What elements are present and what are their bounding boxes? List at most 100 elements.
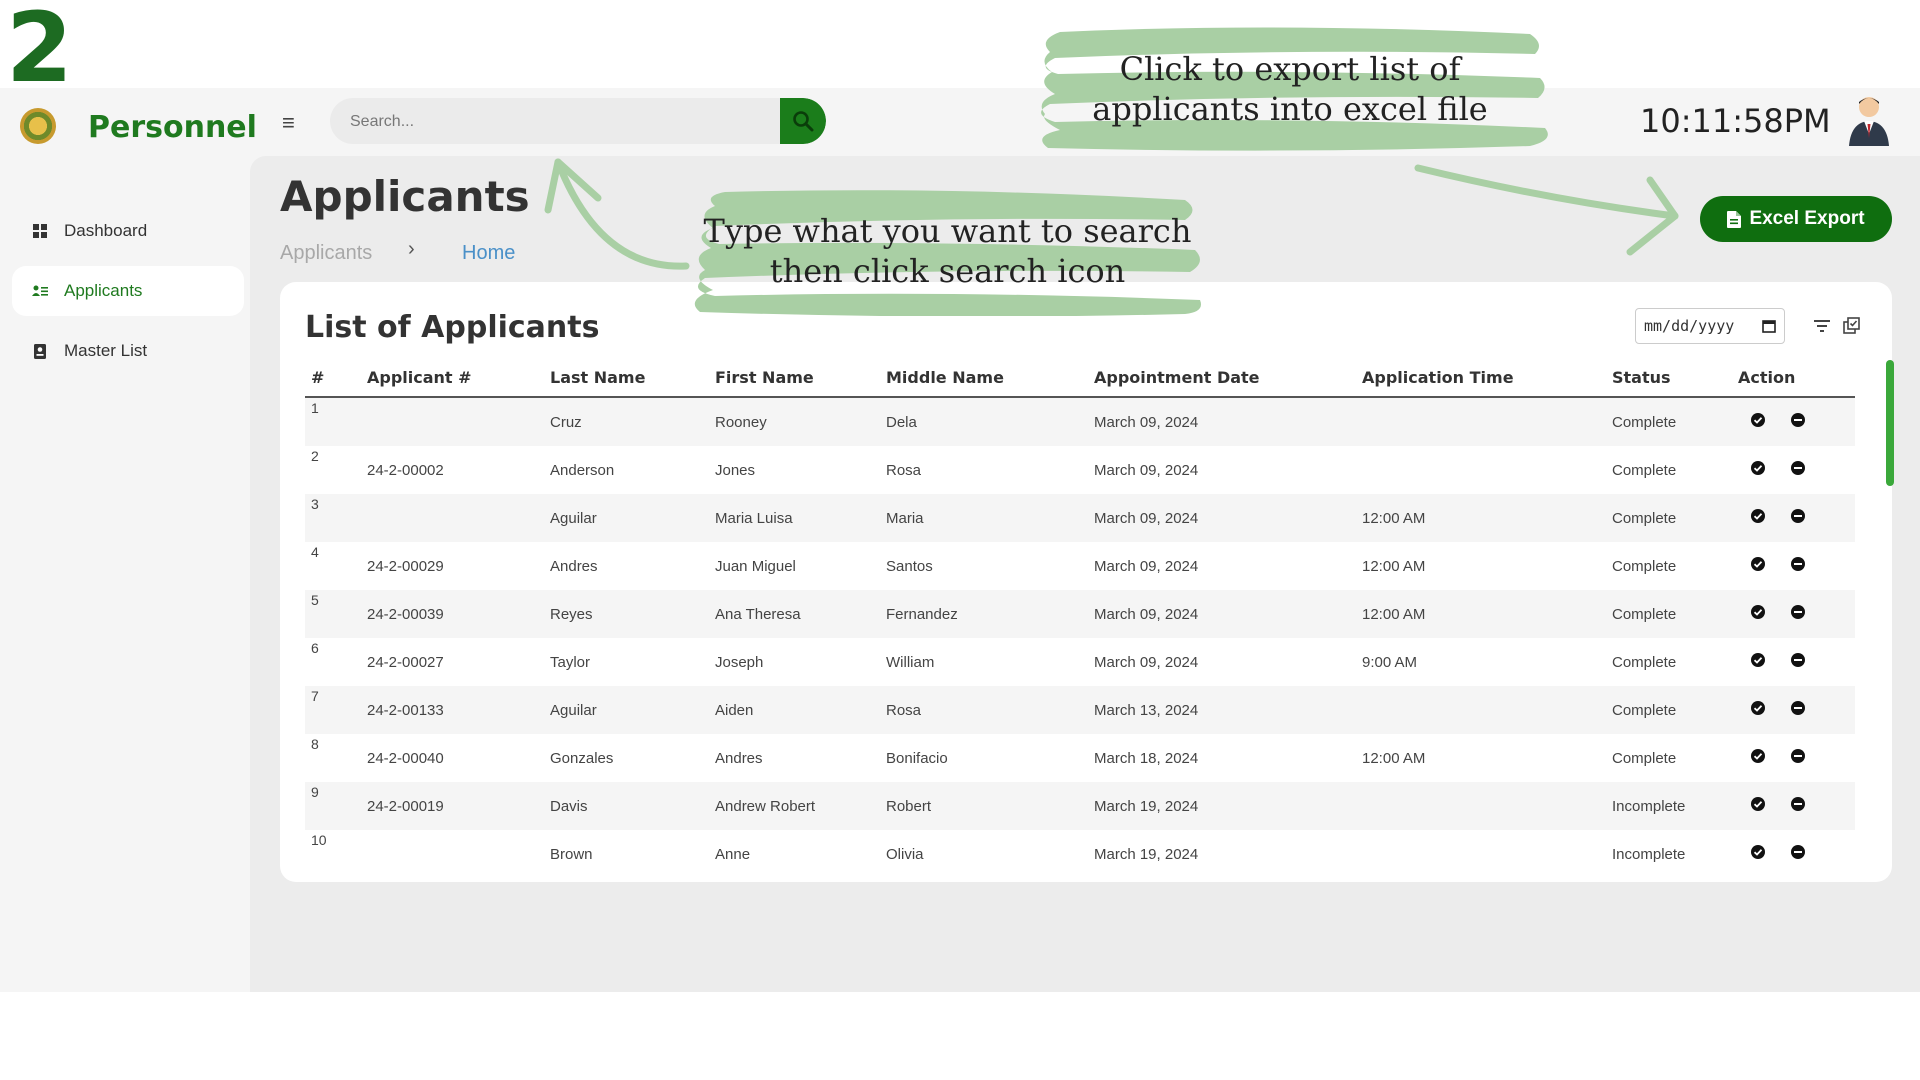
remove-minus-icon[interactable]	[1790, 796, 1806, 812]
remove-minus-icon[interactable]	[1790, 412, 1806, 428]
appointment-date-cell: March 13, 2024	[1088, 686, 1356, 734]
table-row[interactable]: 4 24-2-00029 Andres Juan Miguel Santos March …	[305, 542, 1855, 590]
user-avatar[interactable]	[1846, 94, 1892, 146]
sidebar-item-label: Master List	[64, 341, 148, 360]
table-row[interactable]: 7 24-2-00133 Aguilar Aiden Rosa March 13, 202…	[305, 686, 1855, 734]
badge-icon	[30, 343, 50, 359]
status-cell: Complete	[1606, 686, 1732, 734]
middle-name-cell: Dela	[880, 397, 1088, 446]
applicant-number-cell	[361, 397, 544, 446]
table-row[interactable]: 2 24-2-00002 Anderson Jones Rosa March 09, 20…	[305, 446, 1855, 494]
applicant-number-cell: 24-2-00029	[367, 557, 444, 575]
last-name-cell: Aguilar	[544, 686, 709, 734]
last-name-cell: Cruz	[544, 397, 709, 446]
approve-check-icon[interactable]	[1750, 796, 1766, 812]
top-bar: Personnel ≡ 10:11:58PM	[0, 88, 1920, 156]
action-cell	[1732, 542, 1855, 590]
table-header-row: # Applicant # Last Name First Name Middl…	[305, 358, 1855, 398]
status-cell: Complete	[1612, 557, 1677, 575]
column-header[interactable]: Applicant #	[361, 358, 544, 398]
approve-check-icon[interactable]	[1750, 556, 1766, 572]
table-row[interactable]: 8 24-2-00040 Gonzales Andres Bonifacio March …	[305, 734, 1855, 782]
middle-name-cell: Rosa	[880, 686, 1088, 734]
row-number-cell: 1	[305, 397, 361, 446]
remove-minus-icon[interactable]	[1790, 748, 1806, 764]
search-input[interactable]	[330, 98, 792, 144]
breadcrumb-home[interactable]: Home	[462, 242, 515, 265]
last-name-cell: Anderson	[550, 461, 615, 479]
approve-check-icon[interactable]	[1750, 604, 1766, 620]
remove-minus-icon[interactable]	[1790, 844, 1806, 860]
status-cell: Complete	[1606, 494, 1732, 542]
search-button[interactable]	[780, 98, 826, 144]
applicant-number-cell: 24-2-00039	[361, 590, 544, 638]
calendar-icon	[1762, 320, 1776, 333]
table-row[interactable]: 3 Aguilar Maria Luisa Maria March 09, 2024 12…	[305, 494, 1855, 542]
filter-icon[interactable]	[1812, 316, 1832, 336]
table-row[interactable]: 10 Brown Anne Olivia March 19, 2024 Incomplet…	[305, 830, 1855, 878]
column-header[interactable]: Application Time	[1356, 358, 1606, 398]
column-header[interactable]: Status	[1606, 358, 1732, 398]
remove-minus-icon[interactable]	[1790, 700, 1806, 716]
applicant-number-cell: 24-2-00002	[367, 461, 444, 479]
middle-name-cell: Santos	[886, 557, 933, 575]
middle-name-cell: Fernandez	[880, 590, 1088, 638]
first-name-cell: Anne	[715, 845, 751, 863]
column-header[interactable]: Appointment Date	[1088, 358, 1356, 398]
last-name-cell: Davis	[544, 782, 709, 830]
status-cell: Incomplete	[1606, 782, 1732, 830]
column-header[interactable]: First Name	[709, 358, 880, 398]
remove-minus-icon[interactable]	[1790, 460, 1806, 476]
sidebar-item-dashboard[interactable]: Dashboard	[12, 206, 244, 256]
last-name-cell: Aguilar	[544, 494, 709, 542]
approve-check-icon[interactable]	[1750, 412, 1766, 428]
appointment-date-cell: March 09, 2024	[1088, 590, 1356, 638]
remove-minus-icon[interactable]	[1790, 652, 1806, 668]
breadcrumb-applicants[interactable]: Applicants	[280, 242, 372, 265]
remove-minus-icon[interactable]	[1790, 508, 1806, 524]
action-cell	[1732, 638, 1855, 686]
appointment-date-cell: March 19, 2024	[1088, 782, 1356, 830]
approve-check-icon[interactable]	[1750, 748, 1766, 764]
appointment-date-cell: March 09, 2024	[1094, 557, 1199, 575]
column-header[interactable]: #	[305, 358, 361, 398]
search-bar	[330, 98, 826, 144]
search-icon	[793, 111, 814, 132]
status-cell: Complete	[1612, 653, 1677, 671]
remove-minus-icon[interactable]	[1790, 556, 1806, 572]
sidebar-item-applicants[interactable]: Applicants	[12, 266, 244, 316]
approve-check-icon[interactable]	[1750, 700, 1766, 716]
approve-check-icon[interactable]	[1750, 460, 1766, 476]
hamburger-menu-icon[interactable]: ≡	[282, 110, 295, 136]
first-name-cell: Juan Miguel	[715, 557, 796, 575]
applicants-card: List of Applicants mm/dd/yyyy # Applican…	[280, 282, 1894, 882]
table-row[interactable]: 5 24-2-00039 Reyes Ana Theresa Fernandez Marc…	[305, 590, 1855, 638]
column-header[interactable]: Last Name	[544, 358, 709, 398]
row-number-cell: 3	[305, 494, 361, 542]
action-cell	[1732, 734, 1855, 782]
application-time-cell	[1356, 397, 1606, 446]
excel-export-button[interactable]: Excel Export	[1700, 196, 1892, 242]
select-all-icon[interactable]	[1842, 316, 1862, 336]
middle-name-cell: Maria	[880, 494, 1088, 542]
applicant-number-cell: 24-2-00019	[361, 782, 544, 830]
approve-check-icon[interactable]	[1750, 508, 1766, 524]
table-row[interactable]: 6 24-2-00027 Taylor Joseph William March 09, …	[305, 638, 1855, 686]
table-row[interactable]: 1 Cruz Rooney Dela March 09, 2024 Complete	[305, 397, 1855, 446]
application-time-cell	[1356, 446, 1606, 494]
person-list-icon	[30, 285, 50, 297]
remove-minus-icon[interactable]	[1790, 604, 1806, 620]
page-title: Applicants	[280, 172, 530, 221]
table-row[interactable]: 9 24-2-00019 Davis Andrew Robert Robert March…	[305, 782, 1855, 830]
sidebar-item-label: Applicants	[64, 281, 143, 300]
table-scrollbar[interactable]	[1886, 360, 1894, 486]
appointment-date-cell: March 09, 2024	[1088, 397, 1356, 446]
sidebar-item-master-list[interactable]: Master List	[12, 326, 244, 376]
appointment-date-cell: March 09, 2024	[1094, 461, 1199, 479]
column-header[interactable]: Middle Name	[880, 358, 1088, 398]
approve-check-icon[interactable]	[1750, 652, 1766, 668]
date-filter-input[interactable]: mm/dd/yyyy	[1635, 308, 1785, 344]
application-time-cell: 12:00 AM	[1356, 494, 1606, 542]
application-time-cell	[1356, 830, 1606, 878]
approve-check-icon[interactable]	[1750, 844, 1766, 860]
